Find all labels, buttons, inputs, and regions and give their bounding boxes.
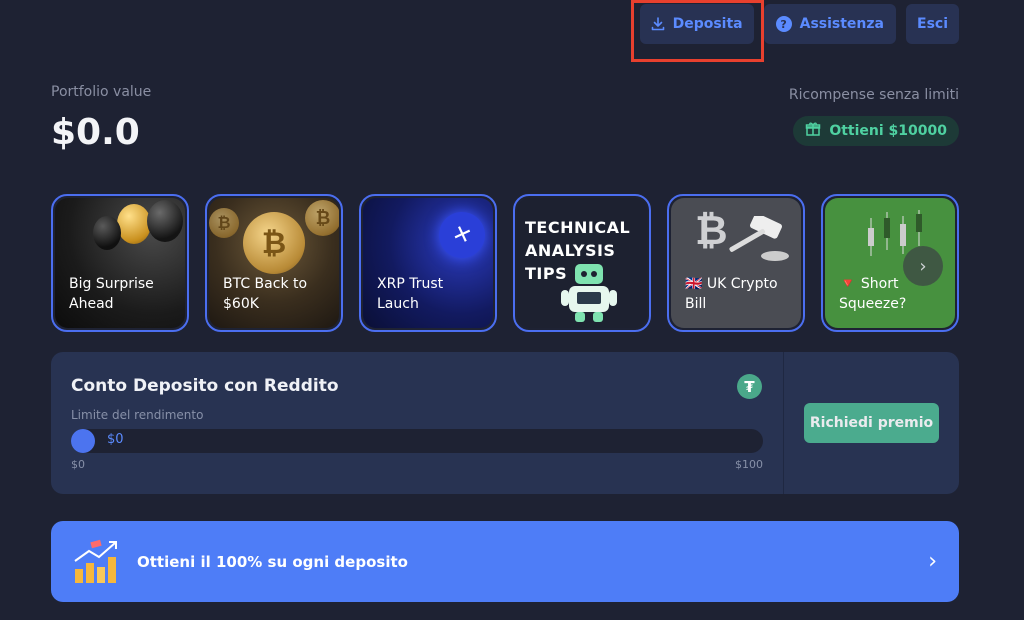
story-label: BTC Back to $60K bbox=[223, 276, 308, 312]
panel-subtitle: Limite del rendimento bbox=[71, 408, 204, 422]
rewards-button[interactable]: Ottieni $10000 bbox=[793, 116, 959, 146]
logout-label: Esci bbox=[917, 16, 948, 32]
stories-row: Big Surprise Ahead ₿ ₿ ₿ BTC Back to $60… bbox=[51, 194, 959, 332]
chevron-right-icon: › bbox=[928, 549, 937, 574]
story-image: › 🔻 Short Squeeze? bbox=[825, 198, 955, 328]
gold-balloon-icon bbox=[117, 204, 151, 244]
xrp-coin-icon: ✕ bbox=[432, 205, 492, 265]
help-label: Assistenza bbox=[799, 16, 884, 32]
story-image: ₿ 🇬🇧 UK Crypto Bill bbox=[671, 198, 801, 328]
yield-progress-bar: $0 bbox=[71, 429, 763, 453]
progress-max: $100 bbox=[735, 458, 763, 471]
story-card-btc[interactable]: ₿ ₿ ₿ BTC Back to $60K bbox=[205, 194, 343, 332]
carousel-next-button[interactable]: › bbox=[903, 246, 943, 286]
gift-icon bbox=[805, 121, 821, 141]
download-icon bbox=[651, 16, 665, 32]
deposit-button[interactable]: Deposita bbox=[639, 4, 754, 44]
deposit-wrap: Deposita bbox=[630, 0, 764, 62]
story-image: ✕ XRP Trust Lauch bbox=[363, 198, 493, 328]
story-card-big-surprise[interactable]: Big Surprise Ahead bbox=[51, 194, 189, 332]
help-button[interactable]: ? Assistenza bbox=[763, 4, 896, 44]
story-image: TECHNICAL ANALYSIS TIPS bbox=[517, 198, 647, 328]
story-label: 🔻 Short Squeeze? bbox=[839, 276, 907, 312]
rewards-button-label: Ottieni $10000 bbox=[829, 123, 947, 139]
robot-icon bbox=[561, 264, 617, 322]
growth-chart-icon bbox=[74, 539, 117, 583]
black-balloon-icon bbox=[93, 216, 121, 250]
promo-banner[interactable]: Ottieni il 100% su ogni deposito › bbox=[51, 521, 959, 602]
claim-area: Richiedi premio bbox=[783, 352, 959, 494]
progress-min: $0 bbox=[71, 458, 85, 471]
help-icon: ? bbox=[775, 16, 792, 32]
story-card-technical-analysis[interactable]: TECHNICAL ANALYSIS TIPS bbox=[513, 194, 651, 332]
claim-reward-button[interactable]: Richiedi premio bbox=[804, 403, 939, 443]
top-bar: Deposita ? Assistenza Esci bbox=[630, 0, 959, 62]
progress-fill bbox=[71, 429, 95, 453]
tether-icon: ₮ bbox=[737, 374, 762, 399]
deposit-label: Deposita bbox=[672, 16, 743, 32]
black-balloon-icon bbox=[147, 200, 183, 242]
rewards-label: Ricompense senza limiti bbox=[788, 87, 959, 103]
story-label: XRP Trust Lauch bbox=[377, 276, 444, 312]
panel-title: Conto Deposito con Reddito bbox=[71, 376, 339, 396]
story-label: 🇬🇧 UK Crypto Bill bbox=[685, 276, 778, 312]
story-card-short-squeeze[interactable]: › 🔻 Short Squeeze? bbox=[821, 194, 959, 332]
bitcoin-coin-icon: ₿ bbox=[243, 212, 305, 274]
story-card-uk-crypto[interactable]: ₿ 🇬🇧 UK Crypto Bill bbox=[667, 194, 805, 332]
portfolio-value: $0.0 bbox=[51, 112, 140, 153]
deposit-account-panel: Conto Deposito con Reddito ₮ Limite del … bbox=[51, 352, 959, 494]
deposit-account-info: Conto Deposito con Reddito ₮ Limite del … bbox=[51, 352, 783, 494]
story-image: Big Surprise Ahead bbox=[55, 198, 185, 328]
story-card-xrp[interactable]: ✕ XRP Trust Lauch bbox=[359, 194, 497, 332]
story-label: Big Surprise Ahead bbox=[69, 276, 154, 312]
story-image: ₿ ₿ ₿ BTC Back to $60K bbox=[209, 198, 339, 328]
bitcoin-coin-icon: ₿ bbox=[305, 200, 339, 236]
progress-value: $0 bbox=[107, 432, 124, 447]
gavel-icon bbox=[729, 216, 789, 261]
bitcoin-coin-icon: ₿ bbox=[209, 208, 239, 238]
promo-text: Ottieni il 100% su ogni deposito bbox=[137, 552, 408, 571]
logout-button[interactable]: Esci bbox=[906, 4, 959, 44]
portfolio-label: Portfolio value bbox=[51, 84, 152, 100]
progress-range: $0 $100 bbox=[71, 458, 763, 471]
